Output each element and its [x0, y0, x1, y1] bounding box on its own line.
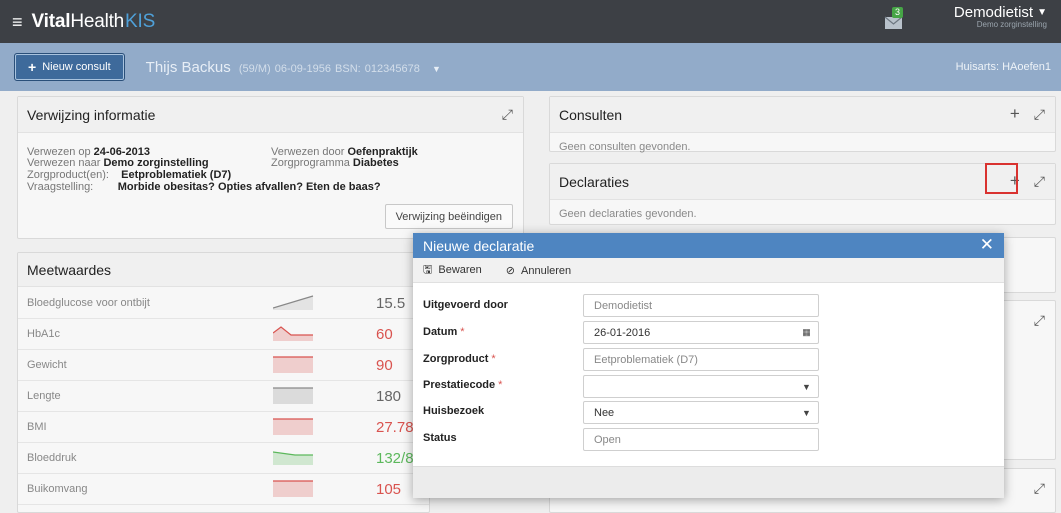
- measurement-label: Gewicht: [27, 359, 67, 371]
- meetwaardes-panel: Meetwaardes Bloedglucose voor ontbijt 15.…: [17, 252, 430, 513]
- dialog-header: Nieuwe declaratie ✕: [413, 233, 1004, 258]
- huisarts-label: Huisarts: HAoefen1: [955, 61, 1051, 73]
- cancel-button[interactable]: ⊘ Annuleren: [506, 264, 571, 277]
- measurement-row[interactable]: Gewicht 90: [18, 350, 429, 381]
- new-declaratie-dialog: Nieuwe declaratie ✕ 🖫 Bewaren ⊘ Annuleren …: [413, 233, 1004, 498]
- huisbezoek-select[interactable]: Nee ▼: [583, 401, 819, 424]
- expand-icon[interactable]: ⤢: [1034, 173, 1045, 189]
- patient-name: Thijs Backus: [145, 58, 231, 76]
- measurement-label: HbA1c: [27, 328, 61, 340]
- status-field[interactable]: Open: [583, 428, 819, 451]
- expand-icon[interactable]: ⤢: [1034, 480, 1045, 497]
- user-menu[interactable]: Demodietist ▼ Demo zorginstelling: [954, 4, 1047, 29]
- cancel-icon: ⊘: [505, 264, 516, 277]
- datum-field[interactable]: 26-01-2016 ▦: [583, 321, 819, 344]
- measurement-row[interactable]: HbA1c 60: [18, 319, 429, 350]
- consulten-empty-message: Geen consulten gevonden.: [559, 141, 691, 153]
- measurement-label: Bloeddruk: [27, 452, 77, 464]
- uitgevoerd-door-field[interactable]: Demodietist: [583, 294, 819, 317]
- patient-details: (59/M) 06-09-1956 BSN: 012345678: [238, 62, 420, 75]
- sparkline-chart: [273, 418, 315, 439]
- measurement-row[interactable]: Bloeddruk 132/82: [18, 443, 429, 474]
- chevron-down-icon: ▼: [432, 63, 441, 74]
- sparkline-chart: [273, 480, 315, 501]
- patient-bar: + Nieuw consult Thijs Backus (59/M) 06-0…: [0, 43, 1061, 91]
- expand-icon[interactable]: ⤢: [1034, 312, 1045, 329]
- user-name: Demodietist: [953, 4, 1034, 21]
- measurement-row[interactable]: [18, 505, 429, 512]
- datum-label: Datum *: [423, 326, 465, 338]
- meetwaardes-header: Meetwaardes: [18, 253, 429, 287]
- verwijzing-panel: Verwijzing informatie ⤢ Verwezen op 24-0…: [17, 96, 524, 239]
- measurement-label: Lengte: [27, 390, 61, 402]
- care-products: Zorgproduct(en): Eetproblematiek (D7): [27, 169, 232, 181]
- sparkline-chart: [272, 294, 315, 315]
- app-logo[interactable]: VitalHealthKIS: [32, 11, 156, 33]
- calendar-icon[interactable]: ▦: [795, 322, 818, 343]
- top-navigation-bar: ≡ VitalHealthKIS 3 Demodietist ▼ Demo zor…: [0, 0, 1061, 43]
- verwijzing-header: Verwijzing informatie ⤢: [18, 97, 523, 133]
- cancel-label: Annuleren: [521, 264, 572, 277]
- new-consult-label: Nieuw consult: [42, 61, 111, 73]
- sparkline-chart: [273, 387, 315, 408]
- panel-title: Consulten: [559, 106, 623, 123]
- status-label: Status: [423, 432, 457, 444]
- plus-icon: +: [28, 59, 37, 75]
- prestatiecode-label: Prestatiecode *: [423, 379, 503, 391]
- question: Vraagstelling: Morbide obesitas? Opties …: [27, 181, 381, 193]
- measurement-value: 27.78: [376, 418, 414, 436]
- zorgproduct-label: Zorgproduct *: [423, 353, 496, 365]
- user-organisation: Demo zorginstelling: [976, 20, 1047, 29]
- save-label: Bewaren: [438, 263, 482, 276]
- uitgevoerd-door-label: Uitgevoerd door: [423, 299, 508, 311]
- care-program: Zorgprogramma Diabetes: [271, 157, 399, 169]
- panel-title: Declaraties: [559, 173, 630, 190]
- expand-icon[interactable]: ⤢: [1034, 106, 1045, 122]
- patient-selector[interactable]: Thijs Backus (59/M) 06-09-1956 BSN: 0123…: [146, 59, 441, 76]
- zorgproduct-field[interactable]: Eetproblematiek (D7): [583, 348, 819, 371]
- close-icon[interactable]: ✕: [980, 235, 994, 255]
- referred-to: Verwezen naar Demo zorginstelling: [27, 157, 209, 169]
- unread-count-badge: 3: [892, 7, 904, 18]
- sparkline-chart: [272, 449, 315, 470]
- consulten-header: Consulten + ⤢: [550, 97, 1055, 133]
- measurement-row[interactable]: Lengte 180: [18, 381, 429, 412]
- prestatiecode-select[interactable]: ▼: [583, 375, 819, 398]
- chevron-down-icon[interactable]: ▼: [795, 376, 818, 397]
- expand-icon[interactable]: ⤢: [502, 106, 513, 122]
- add-declaratie-highlight: [985, 163, 1018, 194]
- measurement-row[interactable]: Buikomvang 105: [18, 474, 429, 505]
- save-button[interactable]: 🖫 Bewaren: [423, 261, 482, 280]
- consulten-panel: Consulten + ⤢ Geen consulten gevonden.: [549, 96, 1056, 153]
- dialog-footer: [413, 466, 1004, 498]
- huisbezoek-label: Huisbezoek: [423, 405, 485, 417]
- measurement-value: 90: [376, 356, 393, 374]
- new-consult-button[interactable]: + Nieuw consult: [14, 53, 125, 81]
- declaraties-header: Declaraties + ⤢: [550, 164, 1055, 200]
- declaraties-panel: Declaraties + ⤢ Geen declaraties gevonden…: [549, 163, 1056, 225]
- chevron-down-icon[interactable]: ▼: [795, 402, 818, 423]
- measurement-row[interactable]: Bloedglucose voor ontbijt 15.5: [18, 288, 429, 319]
- measurement-value: 105: [376, 480, 402, 498]
- measurement-label: BMI: [27, 421, 47, 433]
- panel-title: Meetwaardes: [27, 261, 112, 278]
- add-consult-icon[interactable]: +: [1010, 105, 1020, 122]
- measurement-label: Bloedglucose voor ontbijt: [27, 297, 150, 309]
- measurement-row[interactable]: BMI 27.78: [18, 412, 429, 443]
- messages-icon[interactable]: 3: [884, 7, 904, 30]
- hamburger-menu-icon[interactable]: ≡: [12, 13, 23, 31]
- floppy-disk-icon: 🖫: [423, 263, 433, 276]
- measurement-value: 180: [376, 387, 402, 405]
- declaraties-empty-message: Geen declaraties gevonden.: [559, 208, 697, 220]
- dialog-toolbar: 🖫 Bewaren ⊘ Annuleren: [413, 258, 1004, 283]
- end-referral-button[interactable]: Verwijzing beëindigen: [384, 204, 513, 229]
- measurement-value: 60: [376, 325, 393, 343]
- chevron-down-icon: ▼: [1037, 7, 1047, 18]
- measurement-value: 15.5: [376, 294, 406, 312]
- measurement-label: Buikomvang: [27, 483, 88, 495]
- panel-title: Verwijzing informatie: [27, 106, 156, 123]
- sparkline-chart: [273, 356, 315, 377]
- sparkline-chart: [272, 325, 315, 346]
- dialog-title: Nieuwe declaratie: [423, 237, 535, 254]
